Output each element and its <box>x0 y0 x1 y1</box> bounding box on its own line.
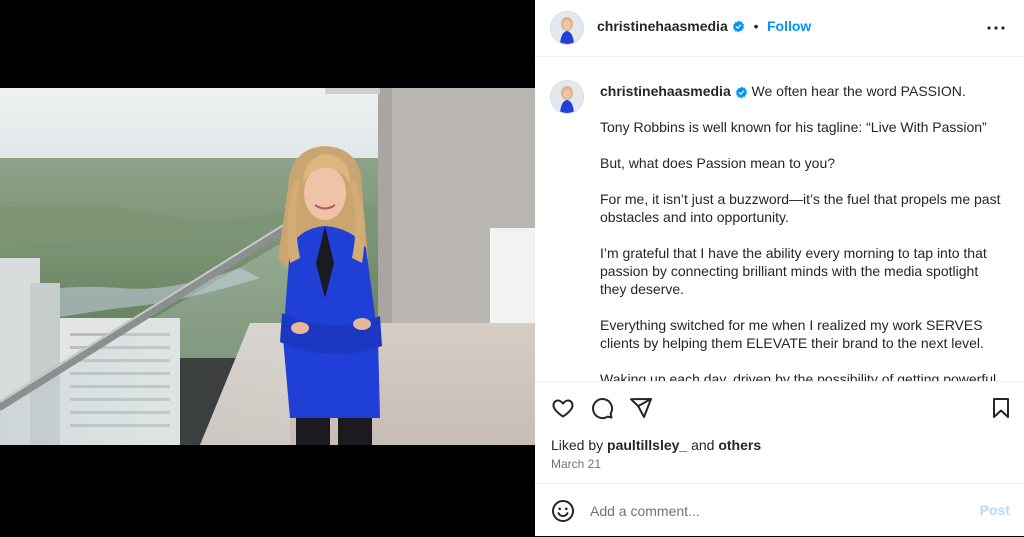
author-avatar[interactable] <box>550 11 584 45</box>
post-header: christinehaasmedia • Follow <box>535 0 1024 57</box>
follow-button[interactable]: Follow <box>767 18 811 34</box>
post-comment-button[interactable]: Post <box>980 502 1010 518</box>
comment-input[interactable] <box>590 499 960 523</box>
caption-first-line: christinehaasmedia We often hear the wor… <box>600 82 1005 100</box>
likes-summary: Liked by paultillsley_ and others <box>551 437 761 453</box>
liked-others-link[interactable]: others <box>718 437 761 453</box>
liked-user-link[interactable]: paultillsley_ <box>607 437 687 453</box>
liked-prefix: Liked by <box>551 437 604 453</box>
post-sidebar: christinehaasmedia • Follow christinehaa… <box>535 0 1024 536</box>
comment-bar: Post <box>535 483 1024 537</box>
verified-badge-icon <box>735 86 747 99</box>
caption-lead: We often hear the word PASSION. <box>751 83 966 99</box>
header-username[interactable]: christinehaasmedia <box>597 18 728 34</box>
media-panel <box>0 0 535 536</box>
caption-text: christinehaasmedia We often hear the wor… <box>600 82 1005 381</box>
caption-paragraph: For me, it isn’t just a buzzword—it’s th… <box>600 191 1001 225</box>
instagram-post-modal: christinehaasmedia • Follow christinehaa… <box>0 0 1024 536</box>
comment-bubble-icon[interactable] <box>590 396 614 420</box>
more-horizontal-icon[interactable] <box>984 16 1008 40</box>
heart-icon[interactable] <box>551 396 575 420</box>
caption-paragraph: Waking up each day, driven by the possib… <box>600 371 997 381</box>
caption-paragraph: Everything switched for me when I realiz… <box>600 317 984 351</box>
liked-and: and <box>691 437 715 453</box>
post-photo[interactable] <box>0 88 535 445</box>
paper-plane-icon[interactable] <box>629 396 653 420</box>
caption-username[interactable]: christinehaasmedia <box>600 83 731 99</box>
post-date[interactable]: March 21 <box>551 457 601 471</box>
caption-paragraph: I’m grateful that I have the ability eve… <box>600 245 987 297</box>
verified-badge-icon <box>733 20 745 33</box>
caption-paragraph: Tony Robbins is well known for his tagli… <box>600 119 987 135</box>
header-author-row: christinehaasmedia • Follow <box>597 18 811 36</box>
caption-avatar[interactable] <box>550 80 584 114</box>
header-separator: • <box>753 18 759 34</box>
bookmark-icon[interactable] <box>989 396 1013 420</box>
caption-area[interactable]: christinehaasmedia We often hear the wor… <box>535 57 1024 381</box>
smiley-icon[interactable] <box>551 499 575 523</box>
caption-paragraph: But, what does Passion mean to you? <box>600 155 836 171</box>
